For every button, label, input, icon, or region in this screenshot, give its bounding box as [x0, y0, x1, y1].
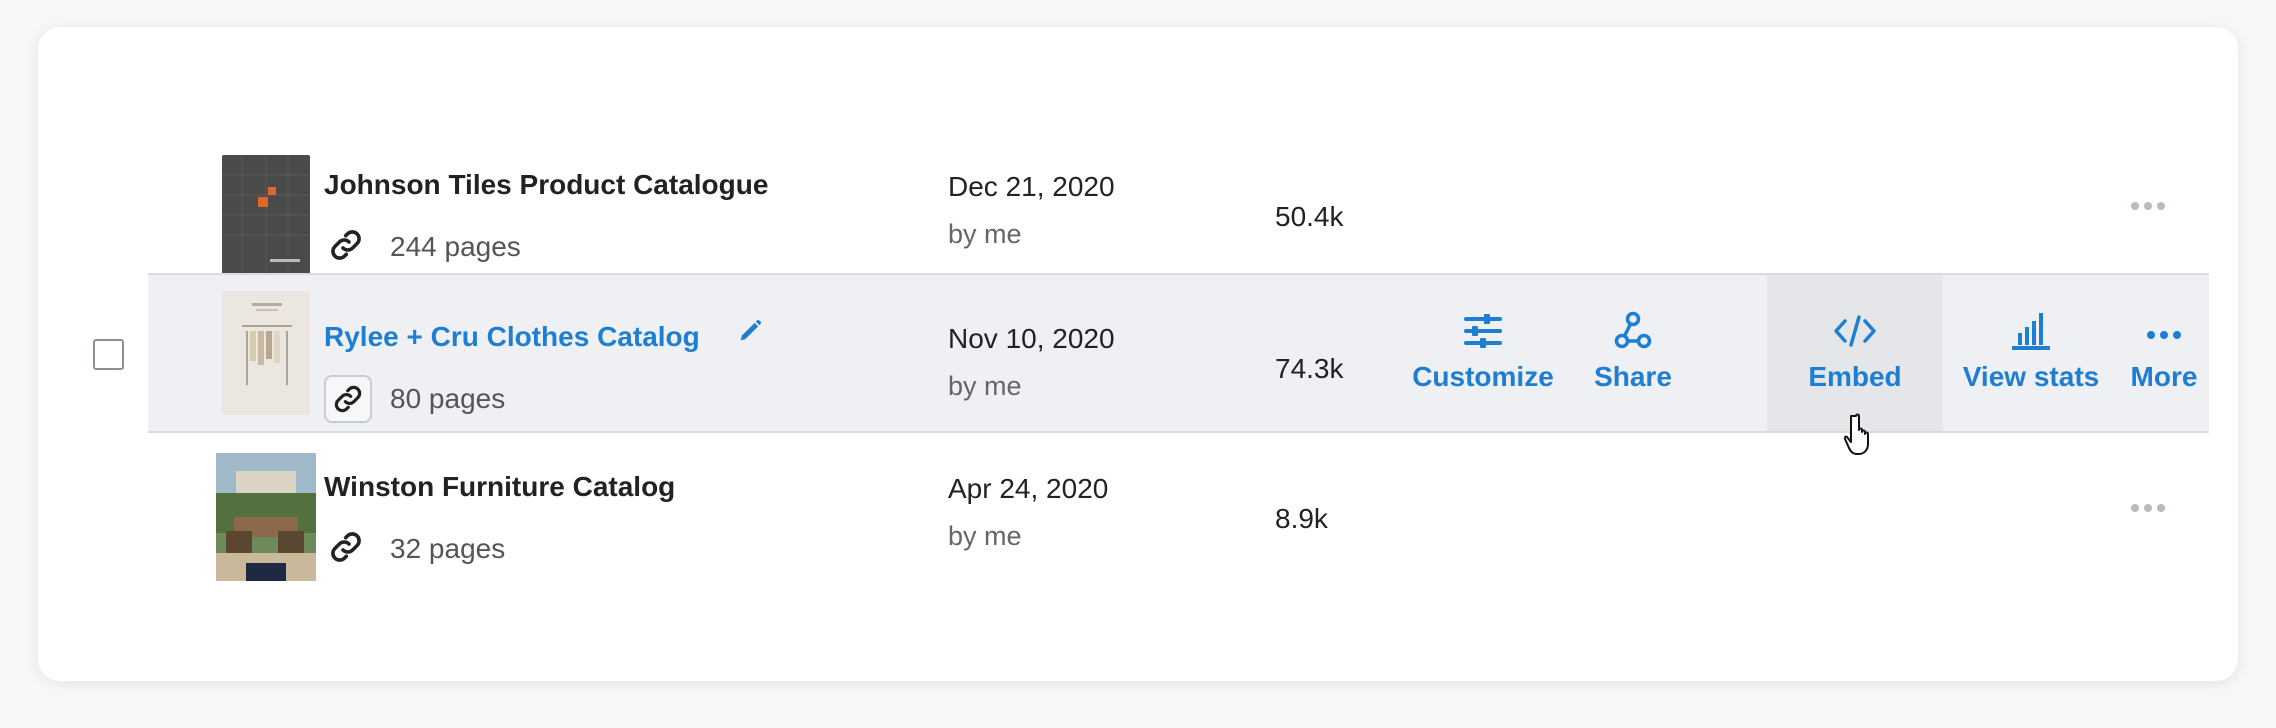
page-count: 244 pages — [390, 231, 521, 262]
share-icon — [1614, 311, 1652, 349]
page-count: 80 pages — [390, 383, 506, 414]
embed-button[interactable]: Embed — [1767, 275, 1943, 431]
catalog-title[interactable]: Rylee + Cru Clothes Catalog — [324, 321, 700, 353]
customize-button[interactable]: Customize — [1398, 275, 1568, 431]
view-count: 74.3k — [1275, 353, 1344, 384]
catalog-row[interactable]: Winston Furniture Catalog 32 pages Apr 2… — [148, 433, 2209, 593]
catalog-thumbnail[interactable] — [216, 453, 316, 581]
bar-chart-icon — [2012, 313, 2050, 350]
view-stats-label: View stats — [1962, 361, 2100, 392]
modified-by: by me — [948, 521, 1022, 551]
embed-label: Embed — [1808, 361, 1902, 392]
share-button[interactable]: Share — [1568, 275, 1698, 431]
more-dots-icon — [2147, 331, 2181, 339]
catalog-row[interactable]: Johnson Tiles Product Catalogue 244 page… — [148, 131, 2209, 291]
more-button[interactable]: More — [2119, 275, 2209, 431]
edit-icon[interactable] — [736, 317, 764, 345]
more-dots-icon[interactable] — [2128, 199, 2168, 213]
modified-date: Dec 21, 2020 — [948, 171, 1115, 202]
modified-by: by me — [948, 219, 1022, 249]
catalog-row[interactable]: Rylee + Cru Clothes Catalog 80 pages Nov… — [93, 273, 2209, 433]
view-count: 50.4k — [1275, 201, 1344, 232]
catalog-list-card: Johnson Tiles Product Catalogue 244 page… — [38, 27, 2238, 681]
link-icon[interactable] — [328, 227, 364, 263]
catalog-thumbnail[interactable] — [222, 155, 310, 279]
catalog-title[interactable]: Winston Furniture Catalog — [324, 471, 675, 503]
catalog-thumbnail[interactable] — [222, 291, 310, 415]
modified-date: Nov 10, 2020 — [948, 323, 1115, 354]
link-icon[interactable] — [328, 529, 364, 565]
embed-code-icon — [1834, 315, 1876, 347]
view-count: 8.9k — [1275, 503, 1328, 534]
row-select-checkbox[interactable] — [93, 339, 124, 370]
more-label: More — [2130, 361, 2198, 392]
share-label: Share — [1594, 361, 1672, 392]
modified-by: by me — [948, 371, 1022, 401]
page-count: 32 pages — [390, 533, 506, 564]
more-dots-icon[interactable] — [2128, 501, 2168, 515]
view-stats-button[interactable]: View stats — [1943, 275, 2119, 431]
catalog-title[interactable]: Johnson Tiles Product Catalogue — [324, 169, 768, 201]
customize-sliders-icon — [1464, 314, 1502, 348]
modified-date: Apr 24, 2020 — [948, 473, 1109, 504]
customize-label: Customize — [1412, 361, 1554, 392]
link-icon[interactable] — [324, 375, 372, 423]
hand-cursor-icon — [1844, 413, 1869, 455]
